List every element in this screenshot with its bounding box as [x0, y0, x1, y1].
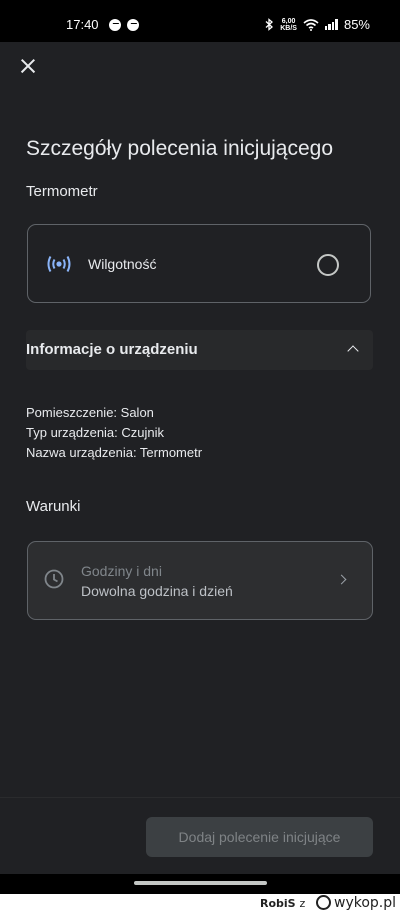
status-bar: 17:40 6,00 KB/S 85%: [0, 0, 400, 42]
add-trigger-button[interactable]: Dodaj polecenie inicjujące: [146, 817, 373, 857]
conditions-title: Warunki: [26, 498, 81, 515]
device-info-toggle[interactable]: Informacje o urządzeniu: [26, 330, 373, 370]
navigation-bar: [0, 874, 400, 894]
trigger-option-humidity[interactable]: Wilgotność: [27, 224, 371, 303]
trigger-option-label: Wilgotność: [88, 256, 157, 272]
page-title: Szczegóły polecenia inicjującego: [26, 137, 334, 160]
sensor-icon: [47, 256, 71, 272]
messenger-icon: [109, 19, 121, 31]
radio-button[interactable]: [317, 254, 339, 276]
device-info-title: Informacje o urządzeniu: [26, 341, 198, 358]
wykop-logo-icon: [316, 895, 331, 910]
wifi-icon: [303, 18, 319, 31]
messenger-icon: [127, 19, 139, 31]
device-name: Termometr: [26, 183, 98, 200]
chevron-up-icon: [347, 345, 359, 357]
battery-level: 85%: [343, 17, 370, 32]
chevron-right-icon: [336, 574, 347, 585]
watermark-site: wykop.pl: [334, 895, 397, 911]
status-time: 17:40: [66, 17, 99, 32]
info-room: Pomieszczenie: Salon: [26, 405, 154, 420]
condition-value: Dowolna godzina i dzień: [81, 583, 233, 599]
network-speed: 6,00 KB/S: [280, 17, 297, 32]
signal-icon: [324, 19, 338, 30]
condition-name: Godziny i dni: [81, 563, 162, 579]
info-device-type: Typ urządzenia: Czujnik: [26, 425, 165, 440]
watermark-user: RobiS z: [260, 897, 306, 910]
info-device-name: Nazwa urządzenia: Termometr: [26, 445, 203, 460]
home-gesture-handle[interactable]: [134, 881, 267, 885]
footer-divider: [0, 797, 400, 798]
status-indicators: 6,00 KB/S 85%: [264, 17, 370, 32]
bluetooth-icon: [265, 18, 274, 31]
watermark-bar: RobiS z wykop.pl: [0, 894, 400, 913]
clock-icon: [44, 569, 64, 589]
close-icon[interactable]: [16, 54, 40, 78]
condition-time-days[interactable]: Godziny i dni Dowolna godzina i dzień: [27, 541, 373, 620]
